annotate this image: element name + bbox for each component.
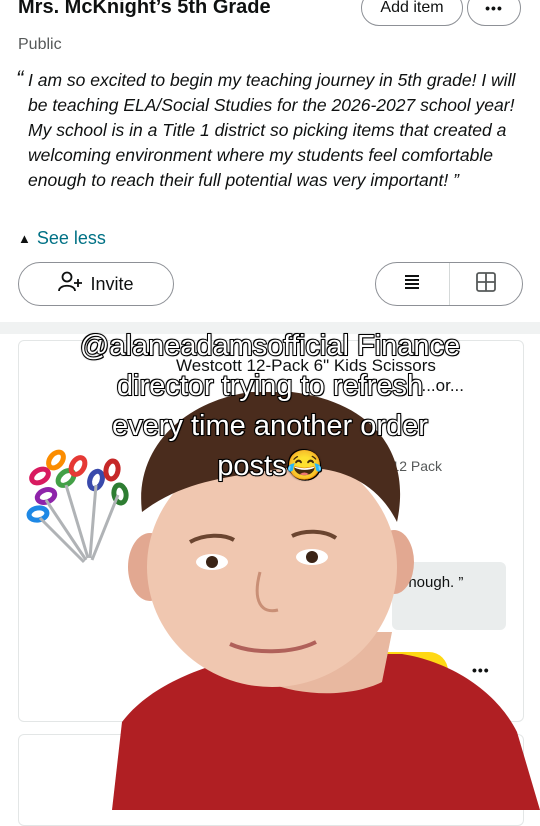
list-description: “ I am so excited to begin my teaching j… [16, 66, 528, 193]
add-person-icon [58, 271, 84, 298]
more-options-button[interactable]: ••• [467, 0, 521, 26]
chevron-up-icon: ▲ [18, 231, 31, 246]
list-header: Mrs. McKnight’s 5th Grade Add item ••• [0, 0, 540, 30]
invite-label: Invite [90, 273, 134, 294]
list-title: Mrs. McKnight’s 5th Grade [18, 0, 271, 18]
caption-line-3: every time another order [111, 409, 429, 443]
see-less-label: See less [36, 228, 106, 248]
caption-line-1: @alaneadamsofficial Finance [79, 329, 461, 363]
list-view-button[interactable] [376, 263, 449, 305]
open-quote: “ [16, 66, 24, 91]
meme-caption: @alaneadamsofficial Finance director try… [0, 326, 540, 486]
view-toggle [375, 262, 523, 306]
grid-view-icon [475, 271, 497, 298]
list-view-icon [402, 272, 422, 297]
caption-line-4: posts😂 [216, 449, 323, 483]
add-item-button[interactable]: Add item [361, 0, 463, 26]
grid-view-button[interactable] [448, 263, 523, 305]
visibility-label: Public [18, 36, 62, 53]
caption-line-2: director trying to refresh [116, 369, 424, 403]
description-text: I am so excited to begin my teaching jou… [28, 70, 516, 190]
see-less-link[interactable]: ▲ See less [18, 228, 106, 249]
invite-button[interactable]: Invite [18, 262, 174, 306]
